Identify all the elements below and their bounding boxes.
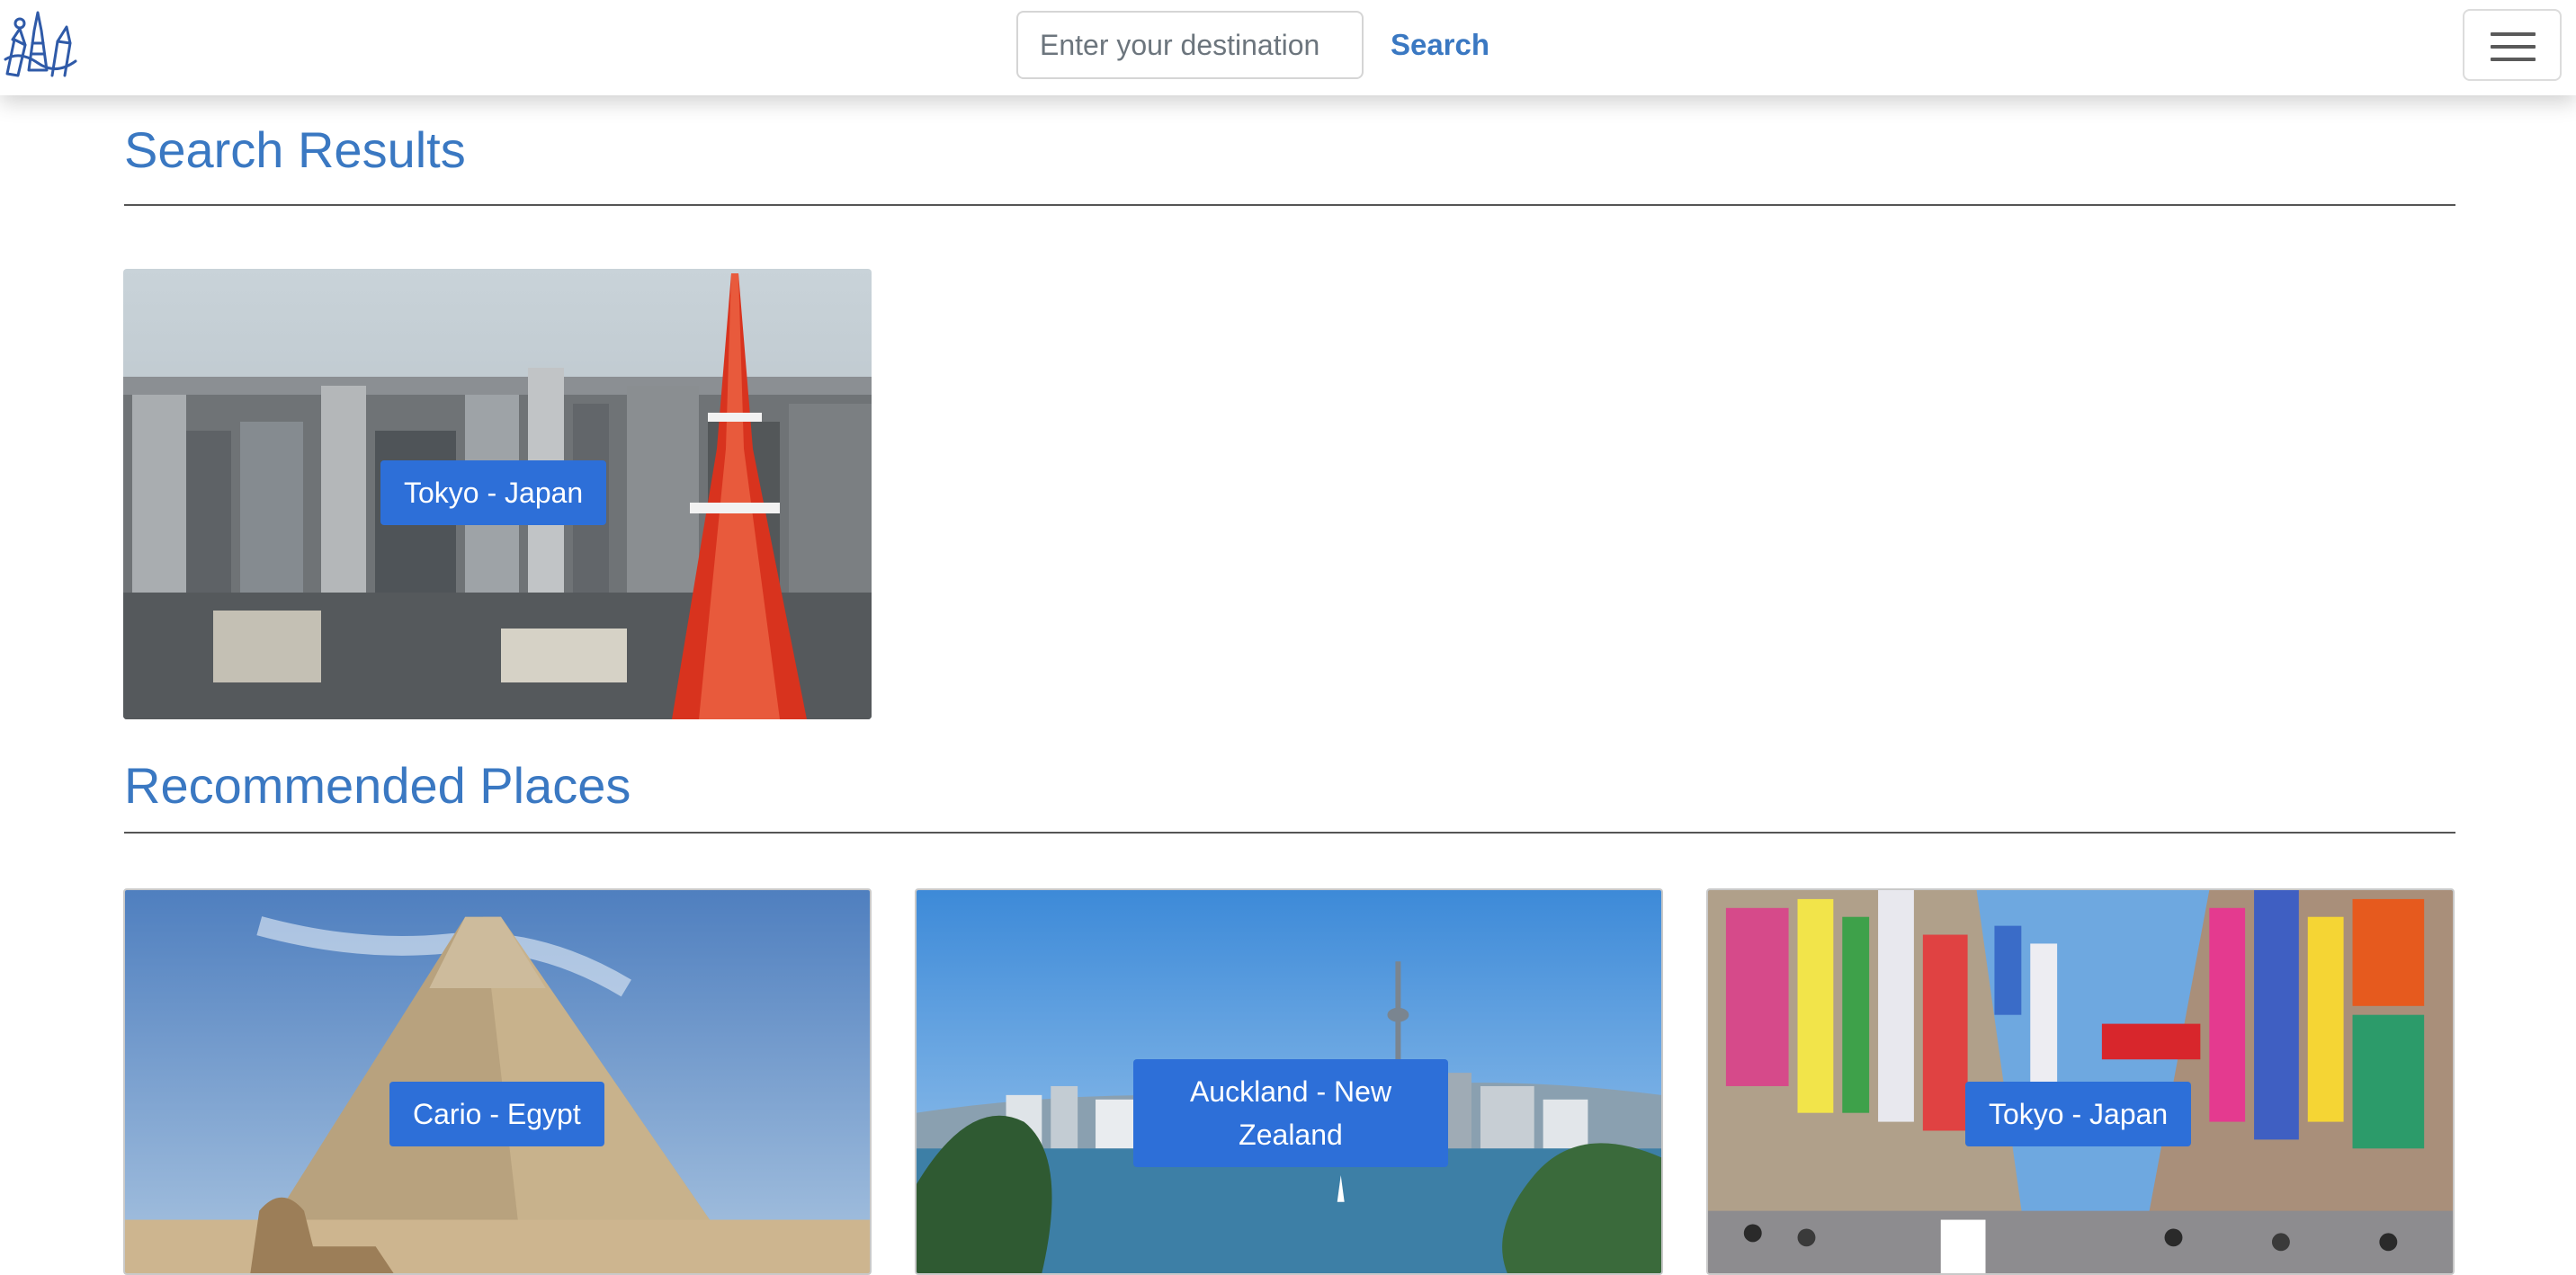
search-results-title: Search Results	[124, 121, 466, 178]
section-divider	[124, 204, 2455, 206]
recommended-card[interactable]: Auckland - New Zealand	[915, 888, 1663, 1275]
card-label: Tokyo - Japan	[1965, 1082, 2192, 1146]
hamburger-menu-icon	[2491, 32, 2536, 36]
menu-toggle-button[interactable]	[2463, 9, 2562, 81]
recommended-title: Recommended Places	[124, 757, 631, 814]
landmarks-logo-icon[interactable]	[2, 4, 79, 77]
search-result-card[interactable]: Tokyo - Japan	[123, 269, 872, 719]
card-label: Auckland - New Zealand	[1133, 1059, 1448, 1167]
search-button[interactable]: Search	[1382, 11, 1498, 79]
card-label: Cario - Egypt	[389, 1082, 604, 1146]
recommended-card[interactable]: Tokyo - Japan	[1706, 888, 2455, 1275]
section-divider	[124, 832, 2455, 834]
recommended-card[interactable]: Cario - Egypt	[123, 888, 872, 1275]
card-label: Tokyo - Japan	[380, 460, 607, 525]
search-input[interactable]	[1016, 11, 1364, 79]
navbar: Search	[0, 0, 2576, 95]
